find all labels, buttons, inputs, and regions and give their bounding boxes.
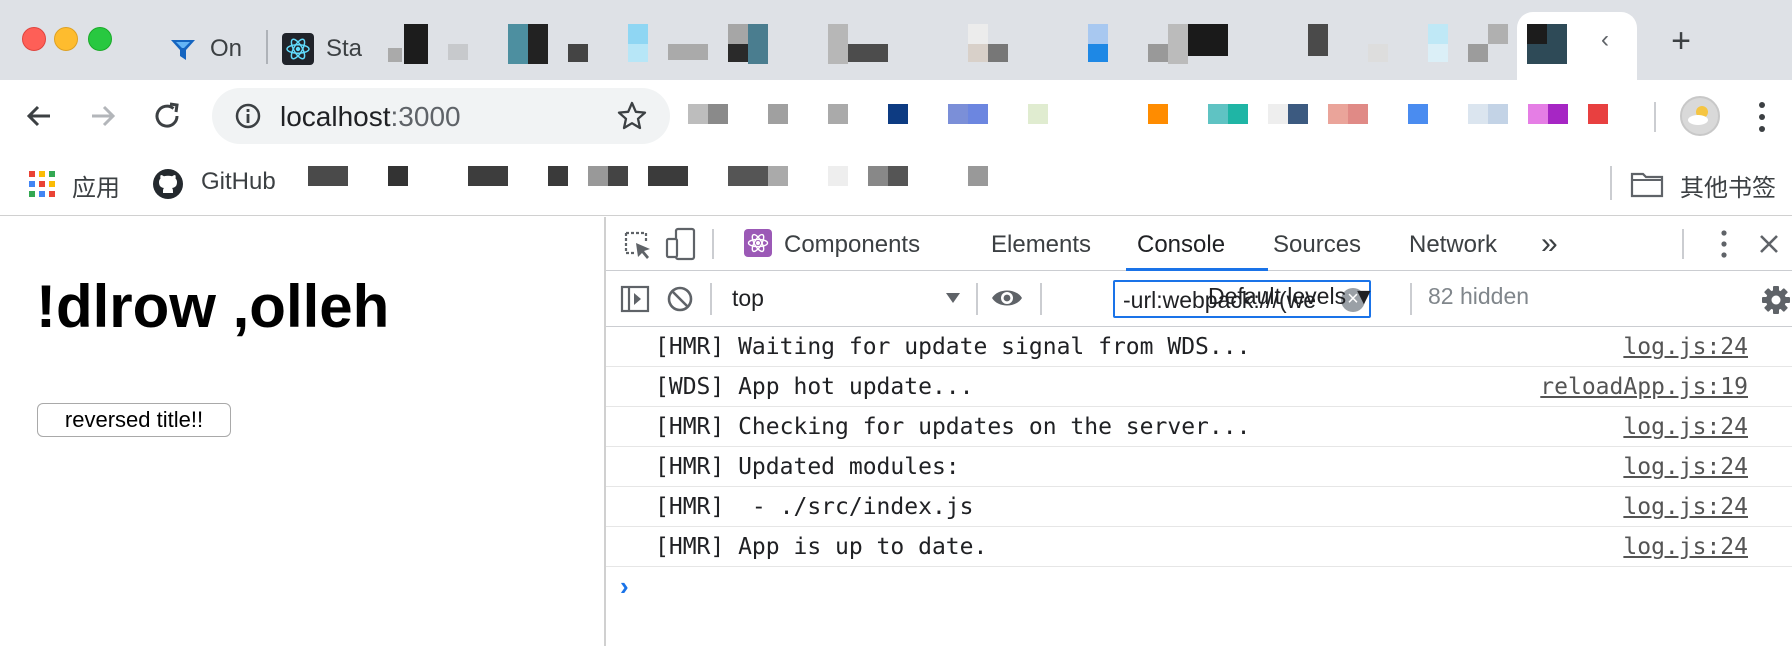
page-content: !dlrow ,olleh reversed title!!	[0, 217, 604, 646]
log-source-link[interactable]: log.js:24	[1623, 534, 1748, 560]
toolbar-divider	[1040, 283, 1042, 315]
other-bookmarks[interactable]: 其他书签	[1630, 166, 1780, 202]
active-tab[interactable]: ‹	[1517, 12, 1637, 80]
apps-label: 应用	[72, 175, 120, 202]
more-menu-button[interactable]	[1756, 100, 1768, 134]
log-source-link[interactable]: log.js:24	[1623, 334, 1748, 360]
more-tabs-button[interactable]: »	[1541, 227, 1558, 261]
tab-strip: On Sta ‹ +	[0, 0, 1792, 80]
maximize-window-button[interactable]	[88, 27, 112, 51]
tab-separator	[266, 30, 268, 64]
minimize-window-button[interactable]	[54, 27, 78, 51]
reverse-title-button[interactable]: reversed title!!	[37, 403, 231, 437]
gear-icon[interactable]	[1761, 285, 1791, 315]
apps-bookmark[interactable]: 应用	[28, 168, 168, 202]
sidebar-toggle-icon[interactable]	[620, 285, 650, 313]
log-message: [WDS] App hot update...	[655, 374, 974, 400]
log-levels-dropdown[interactable]: Default levels ▼	[1208, 283, 1375, 310]
react-icon	[744, 229, 772, 257]
tab-elements[interactable]: Elements	[991, 231, 1091, 259]
info-icon	[235, 103, 261, 129]
reload-icon	[155, 102, 179, 128]
folder-icon	[1630, 172, 1664, 198]
log-source-link[interactable]: reloadApp.js:19	[1540, 374, 1748, 400]
react-icon	[282, 33, 314, 65]
inspect-element-icon[interactable]	[622, 229, 654, 261]
close-window-button[interactable]	[22, 27, 46, 51]
arrow-right-icon	[92, 105, 116, 127]
tab-console[interactable]: Console	[1137, 231, 1225, 259]
devtools-tabbar: Components Elements Console Sources Netw…	[606, 217, 1792, 271]
back-button[interactable]	[18, 95, 60, 137]
browser-tab[interactable]: Sta	[282, 18, 372, 80]
tab-divider	[712, 229, 714, 259]
tab-network[interactable]: Network	[1409, 231, 1497, 259]
caret-down-icon	[946, 293, 960, 303]
tab-title: Sta	[326, 35, 363, 62]
toolbar-divider	[710, 283, 712, 315]
arrow-left-icon	[26, 105, 50, 127]
url-host: localhost	[280, 101, 391, 132]
other-bookmarks-label: 其他书签	[1680, 175, 1776, 202]
log-source-link[interactable]: log.js:24	[1623, 414, 1748, 440]
toolbar-divider	[976, 283, 978, 315]
close-icon[interactable]	[1758, 233, 1780, 255]
log-row: [HMR] App is up to date. log.js:24	[606, 527, 1792, 567]
log-message: [HMR] - ./src/index.js	[655, 494, 974, 520]
log-message: [HMR] Checking for updates on the server…	[655, 414, 1251, 440]
device-toolbar-icon[interactable]	[664, 227, 698, 261]
log-source-link[interactable]: log.js:24	[1623, 454, 1748, 480]
bookmarks-divider	[1610, 166, 1612, 200]
log-row: [HMR] Checking for updates on the server…	[606, 407, 1792, 447]
avatar[interactable]	[1680, 96, 1720, 136]
url-port: :3000	[390, 101, 461, 132]
toolbar: localhost:3000	[0, 80, 1792, 152]
bookmarks-bar: 应用 GitHub 其他书签	[0, 152, 1792, 216]
kebab-menu-icon[interactable]	[1719, 229, 1729, 259]
funnel-icon	[171, 40, 195, 60]
github-icon	[153, 169, 183, 199]
hidden-count: 82 hidden	[1428, 283, 1530, 309]
apps-grid-icon	[29, 171, 55, 197]
address-bar[interactable]: localhost:3000	[212, 88, 670, 144]
log-message: [HMR] App is up to date.	[655, 534, 988, 560]
tab-title: On	[210, 35, 243, 62]
tab-divider	[1682, 229, 1684, 259]
log-source-link[interactable]: log.js:24	[1623, 494, 1748, 520]
context-value: top	[732, 285, 764, 311]
clear-console-icon[interactable]	[666, 285, 694, 313]
browser-tab[interactable]: On	[168, 18, 266, 80]
github-label: GitHub	[201, 168, 276, 195]
log-row: [WDS] App hot update... reloadApp.js:19	[606, 367, 1792, 407]
console-log: [HMR] Waiting for update signal from WDS…	[606, 327, 1792, 567]
tab-components[interactable]: Components	[744, 217, 924, 271]
close-tab-icon[interactable]: ‹	[1601, 26, 1609, 54]
devtools-panel: Components Elements Console Sources Netw…	[606, 217, 1792, 646]
log-row: [HMR] Waiting for update signal from WDS…	[606, 327, 1792, 367]
tab-label: Components	[784, 231, 921, 258]
star-icon[interactable]	[616, 100, 648, 132]
url-text: localhost:3000	[280, 101, 461, 133]
kebab-menu-icon	[1759, 102, 1765, 132]
forward-button[interactable]	[82, 95, 124, 137]
tab-sources[interactable]: Sources	[1273, 231, 1361, 259]
github-bookmark[interactable]: GitHub	[152, 166, 292, 200]
toolbar-divider	[1410, 283, 1412, 315]
toolbar-divider	[1654, 102, 1656, 132]
log-message: [HMR] Updated modules:	[655, 454, 960, 480]
eye-icon[interactable]	[990, 285, 1024, 311]
console-toolbar: top -url:webpack:///(we × Default levels…	[606, 271, 1792, 327]
context-selector[interactable]: top	[722, 281, 962, 317]
console-prompt[interactable]: ›	[620, 571, 629, 602]
new-tab-button[interactable]: +	[1664, 24, 1698, 60]
log-row: [HMR] - ./src/index.js log.js:24	[606, 487, 1792, 527]
cloud-sun-icon	[1688, 106, 1708, 125]
log-message: [HMR] Waiting for update signal from WDS…	[655, 334, 1251, 360]
page-title: !dlrow ,olleh	[36, 273, 390, 340]
log-row: [HMR] Updated modules: log.js:24	[606, 447, 1792, 487]
reload-button[interactable]	[146, 95, 188, 137]
